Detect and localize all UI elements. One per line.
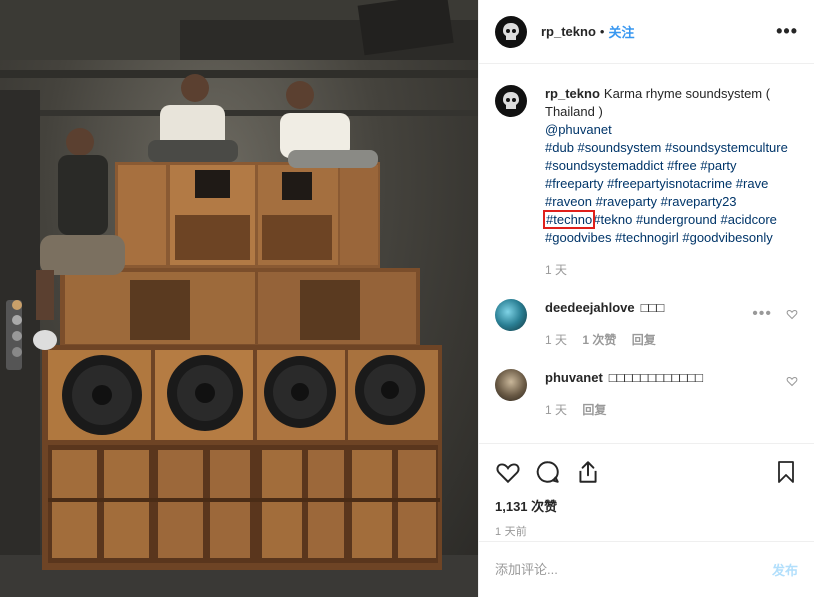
ellipsis-icon[interactable]: ••• (776, 21, 798, 42)
post-photo[interactable] (0, 0, 478, 597)
heart-icon[interactable] (786, 375, 798, 387)
hashtag-link[interactable]: #free (667, 158, 697, 173)
follow-button[interactable]: 关注 (608, 22, 634, 41)
action-icons (495, 458, 798, 486)
hashtag-link[interactable]: #raveparty (596, 194, 657, 209)
comments-list[interactable]: rp_tekno Karma rhyme soundsystem ( Thaila… (479, 65, 814, 442)
comment-time: 1 天 (545, 333, 568, 347)
header-username[interactable]: rp_tekno (541, 24, 596, 39)
hashtag-link[interactable]: #soundsystemaddict (545, 158, 664, 173)
add-comment-bar: 发布 (479, 541, 814, 597)
soundsystem-photo (0, 0, 478, 597)
hashtag-link[interactable]: #soundsystemculture (665, 140, 788, 155)
skull-logo-icon (503, 92, 519, 109)
avatar[interactable] (495, 85, 527, 117)
comment-actions: ••• (752, 305, 798, 323)
comment-text: □□□ (640, 300, 665, 315)
comment-username[interactable]: deedeejahlove (545, 300, 635, 315)
hashtag-link[interactable]: #underground (636, 212, 717, 227)
comment-time: 1 天 (545, 403, 568, 417)
post-sidebar: rp_tekno • 关注 ••• rp_tekno Karma rhyme so… (478, 0, 814, 597)
heart-icon[interactable] (495, 459, 521, 485)
hashtag-link[interactable]: #soundsystem (578, 140, 662, 155)
comment-text: □□□□□□□□□□□□ (608, 370, 704, 385)
hashtag-link[interactable]: #rave (736, 176, 769, 191)
comment-username[interactable]: phuvanet (545, 370, 603, 385)
post-actions: 1,131 次赞 1 天前 (479, 443, 814, 539)
comment-meta: 1 天 回复 (545, 401, 798, 419)
mention-link[interactable]: @phuvanet (545, 122, 612, 137)
skull-logo-icon (503, 22, 519, 40)
likes-count[interactable]: 1,131 次赞 (495, 496, 798, 515)
hashtag-link[interactable]: #dub (545, 140, 574, 155)
comment-actions (786, 375, 798, 387)
heart-icon[interactable] (786, 308, 798, 320)
comment-item: phuvanet □□□□□□□□□□□□ 1 天 回复 (495, 369, 798, 419)
comment-item: deedeejahlove □□□ 1 天 1 次赞 回复 ••• (495, 299, 798, 349)
separator-dot: • (599, 24, 605, 39)
hashtag-link[interactable]: #raveparty23 (661, 194, 737, 209)
reply-button[interactable]: 回复 (582, 403, 606, 417)
hashtag-link[interactable]: #goodvibes (545, 230, 612, 245)
reply-button[interactable]: 回复 (632, 333, 656, 347)
post-button[interactable]: 发布 (772, 560, 798, 579)
caption-username[interactable]: rp_tekno (545, 86, 600, 101)
comment-input[interactable] (495, 562, 772, 577)
comment-icon[interactable] (535, 459, 561, 485)
comment-meta: 1 天 1 次赞 回复 (545, 331, 798, 349)
caption-time: 1 天 (545, 263, 568, 277)
hashtag-link[interactable]: #goodvibesonly (682, 230, 772, 245)
bookmark-icon[interactable] (774, 459, 798, 485)
post-header: rp_tekno • 关注 ••• (479, 0, 814, 64)
share-icon[interactable] (575, 459, 601, 485)
hashtag-link[interactable]: #freeparty (545, 176, 604, 191)
hashtag-link[interactable]: #freepartyisnotacrime (607, 176, 732, 191)
hashtag-link[interactable]: #technogirl (615, 230, 679, 245)
avatar[interactable] (495, 15, 527, 48)
hashtag-highlighted[interactable]: #techno (542, 210, 596, 229)
post-time: 1 天前 (495, 526, 527, 538)
hashtag-link[interactable]: #raveon (545, 194, 592, 209)
hashtag-list: #dub #soundsystem #soundsystemculture #s… (542, 140, 788, 245)
comment-more-icon[interactable]: ••• (752, 305, 772, 323)
comment-body: phuvanet □□□□□□□□□□□□ 1 天 回复 (545, 369, 798, 419)
hashtag-link[interactable]: #tekno (593, 212, 632, 227)
caption-body: rp_tekno Karma rhyme soundsystem ( Thaila… (542, 85, 798, 279)
comment-likes[interactable]: 1 次赞 (582, 333, 616, 347)
caption-meta: 1 天 (545, 261, 798, 279)
avatar[interactable] (495, 299, 527, 331)
hashtag-link[interactable]: #party (700, 158, 736, 173)
caption: rp_tekno Karma rhyme soundsystem ( Thaila… (495, 85, 798, 279)
hashtag-link[interactable]: #acidcore (721, 212, 777, 227)
avatar[interactable] (495, 369, 527, 401)
